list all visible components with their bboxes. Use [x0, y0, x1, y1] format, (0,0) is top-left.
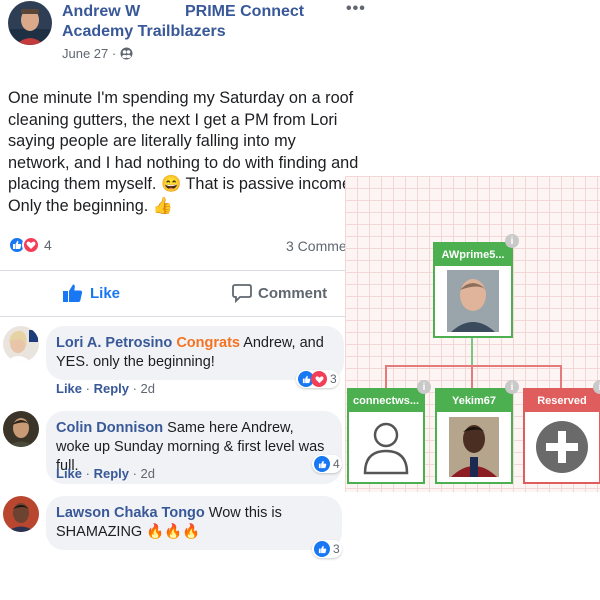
like-reaction-icon	[314, 541, 330, 557]
globe-icon	[120, 47, 133, 60]
comment-reactions[interactable]: 3	[312, 540, 342, 558]
divider	[0, 270, 345, 271]
connector-line	[560, 365, 562, 389]
commenter-avatar[interactable]	[3, 496, 39, 532]
node-label: Reserved	[525, 390, 599, 412]
comments-count-link[interactable]: 3 Comments	[286, 238, 345, 254]
reaction-count: 4	[44, 237, 52, 253]
connector-line	[385, 365, 387, 389]
comment-like-link[interactable]: Like	[56, 381, 82, 396]
plus-circle-icon[interactable]	[525, 412, 599, 482]
member-photo	[435, 266, 511, 336]
info-icon[interactable]: i	[417, 380, 431, 394]
connector-line	[471, 365, 473, 389]
commenter-name[interactable]: Lawson Chaka Tongo	[56, 505, 205, 521]
comment-like-link[interactable]: Like	[56, 466, 82, 481]
commenter-name[interactable]: Lori A. Petrosino	[56, 335, 172, 351]
commenter-name[interactable]: Colin Donnison	[56, 420, 163, 436]
connector-line	[385, 365, 561, 367]
info-icon[interactable]: i	[505, 380, 519, 394]
comment-icon	[232, 284, 252, 303]
comment-actions: Like · Reply · 2d	[56, 381, 156, 396]
love-reaction-icon	[311, 371, 327, 387]
node-label: connectws...	[349, 390, 423, 412]
post-body: One minute I'm spending my Saturday on a…	[8, 88, 360, 217]
comment-bubble: Lawson Chaka Tongo Wow this is SHAMAZING…	[46, 496, 342, 550]
group-name[interactable]: PRIME Connect	[185, 3, 304, 21]
info-icon[interactable]: i	[505, 234, 519, 248]
thumb-emoji: 👍	[152, 196, 174, 215]
author-avatar[interactable]	[8, 1, 52, 45]
genealogy-tree: AWprime5... i connectws... i Yekim67 i R…	[345, 176, 600, 492]
comment-reply-link[interactable]: Reply	[94, 381, 129, 396]
comment-reaction-count: 3	[330, 372, 337, 386]
like-icon	[63, 284, 83, 302]
like-reaction-icon	[314, 456, 330, 472]
connector-line	[471, 338, 473, 366]
group-name-line2[interactable]: Academy Trailblazers	[62, 23, 226, 41]
comment-reactions[interactable]: 4	[312, 455, 342, 473]
comment-time[interactable]: 2d	[141, 381, 155, 396]
comment-reaction-count: 3	[333, 542, 340, 556]
divider	[0, 316, 345, 317]
post-date[interactable]: June 27 ·	[62, 46, 116, 61]
facebook-post: Andrew W PRIME Connect Academy Trailblaz…	[0, 0, 365, 600]
member-photo	[437, 412, 511, 482]
comment-label: Comment	[258, 284, 328, 302]
node-label: AWprime5...	[435, 244, 511, 266]
tree-node-child[interactable]: Yekim67	[435, 388, 513, 484]
commenter-avatar[interactable]	[3, 326, 39, 362]
person-outline-icon	[349, 412, 423, 482]
commenter-avatar[interactable]	[3, 411, 39, 447]
tree-node-reserved[interactable]: Reserved	[523, 388, 600, 484]
tree-node-root[interactable]: AWprime5...	[433, 242, 513, 338]
reaction-summary[interactable]: 4	[8, 236, 52, 254]
comment-reaction-count: 4	[333, 457, 340, 471]
comment-reply-link[interactable]: Reply	[94, 466, 129, 481]
comment-highlight: Congrats	[176, 335, 240, 351]
comment-actions: Like · Reply · 2d	[56, 466, 156, 481]
more-icon[interactable]: •••	[346, 0, 366, 18]
love-reaction-icon	[22, 236, 40, 254]
comment-button[interactable]: Comment	[232, 283, 327, 303]
info-icon[interactable]: i	[593, 380, 600, 394]
like-button[interactable]: Like	[62, 283, 120, 303]
node-label: Yekim67	[437, 390, 511, 412]
post-author-name[interactable]: Andrew W	[62, 3, 140, 21]
grin-emoji: 😄	[160, 175, 182, 193]
comment-reactions[interactable]: 3	[296, 370, 339, 388]
tree-node-child[interactable]: connectws...	[347, 388, 425, 484]
post-meta: June 27 ·	[62, 46, 133, 61]
comment-time[interactable]: 2d	[141, 466, 155, 481]
fire-emoji: 🔥🔥🔥	[146, 524, 201, 540]
like-label: Like	[90, 284, 121, 302]
